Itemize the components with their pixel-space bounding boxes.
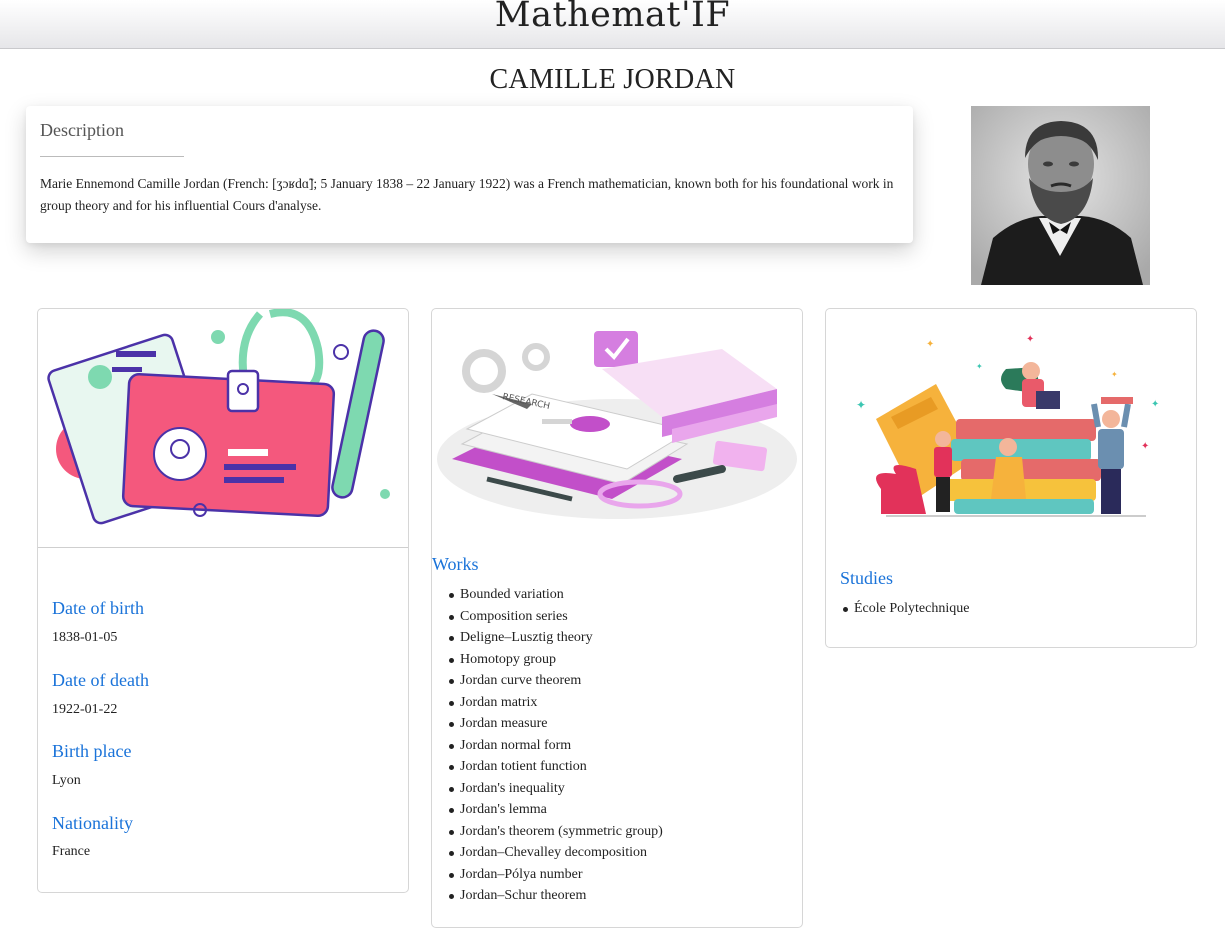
research-illustration: RESEARCH	[432, 309, 802, 547]
description-heading: Description	[40, 120, 124, 140]
works-item: Jordan normal form	[432, 735, 663, 757]
works-item: Homotopy group	[432, 649, 663, 671]
studies-title: Studies	[840, 568, 894, 588]
nationality-label: Nationality	[52, 813, 133, 833]
svg-text:✦: ✦	[1111, 370, 1118, 379]
works-item: Jordan–Schur theorem	[432, 885, 663, 907]
date-of-death-value: 1922-01-22	[52, 702, 118, 717]
svg-text:✦: ✦	[1026, 334, 1034, 345]
date-of-birth-label: Date of birth	[52, 598, 144, 618]
description-text: Marie Ennemond Camille Jordan (French: […	[40, 176, 894, 213]
works-item: Jordan measure	[432, 713, 663, 735]
personal-info-card: Date of birth 1838-01-05 Date of death 1…	[37, 308, 409, 893]
works-item: Deligne–Lusztig theory	[432, 627, 663, 649]
works-item: Jordan–Pólya number	[432, 864, 663, 886]
date-of-birth-value: 1838-01-05	[52, 630, 118, 645]
works-list: Bounded variation Composition series Del…	[432, 584, 663, 907]
date-of-death-label: Date of death	[52, 670, 149, 690]
nationality-value: France	[52, 844, 91, 859]
description-card: Description Marie Ennemond Camille Jorda…	[26, 106, 913, 243]
svg-text:✦: ✦	[976, 362, 983, 371]
svg-text:✦: ✦	[1151, 399, 1159, 410]
birth-place-label: Birth place	[52, 741, 132, 761]
site-brand[interactable]: Mathemat'IF	[0, 0, 1225, 35]
works-item: Jordan curve theorem	[432, 670, 663, 692]
works-item: Jordan's theorem (symmetric group)	[432, 821, 663, 843]
description-divider	[40, 156, 184, 157]
id-badge-illustration	[38, 308, 408, 547]
works-item: Jordan–Chevalley decomposition	[432, 842, 663, 864]
studies-item: École Polytechnique	[826, 598, 969, 620]
top-navbar: Mathemat'IF	[0, 0, 1225, 49]
svg-text:✦: ✦	[926, 339, 934, 350]
works-item: Composition series	[432, 606, 663, 628]
svg-text:✦: ✦	[856, 398, 866, 412]
works-item: Jordan's lemma	[432, 799, 663, 821]
studies-list: École Polytechnique	[826, 598, 969, 620]
birth-place-value: Lyon	[52, 773, 81, 788]
works-item: Jordan's inequality	[432, 778, 663, 800]
works-item: Jordan matrix	[432, 692, 663, 714]
works-item: Bounded variation	[432, 584, 663, 606]
works-card: RESEARCH Works Bounded variation Composi…	[431, 308, 803, 928]
students-books-illustration: ✦ ✦ ✦ ✦ ✦ ✦ ✦	[826, 309, 1196, 547]
works-item: Jordan totient function	[432, 756, 663, 778]
info-card-divider	[38, 547, 408, 548]
page-title: CAMILLE JORDAN	[489, 64, 736, 95]
studies-card: ✦ ✦ ✦ ✦ ✦ ✦ ✦ Studies École Polytechniqu…	[825, 308, 1197, 648]
works-title: Works	[432, 554, 479, 574]
portrait-photo	[971, 106, 1150, 285]
svg-text:✦: ✦	[1141, 441, 1149, 452]
